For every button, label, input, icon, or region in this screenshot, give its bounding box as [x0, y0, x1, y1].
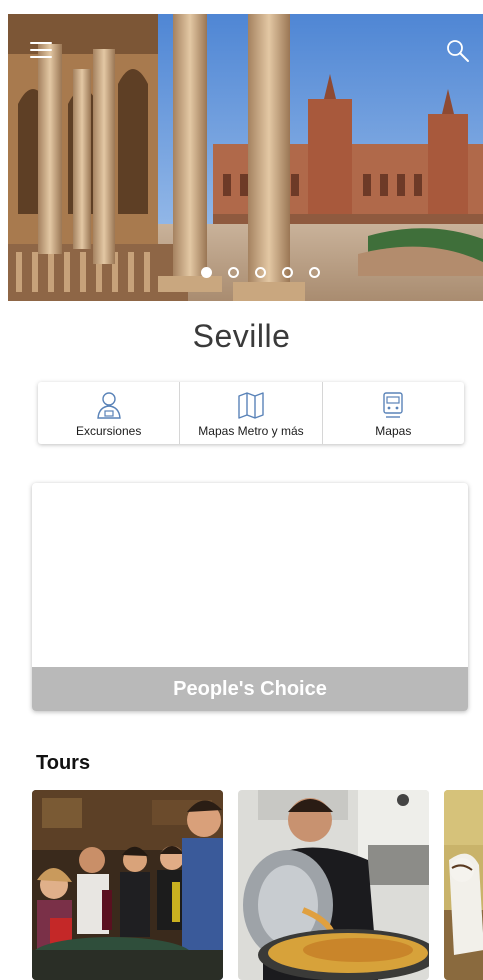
metro-train-icon	[383, 392, 404, 418]
excursiones-button[interactable]: Excursiones	[38, 382, 179, 444]
peoples-choice-card[interactable]: People's Choice	[32, 483, 468, 711]
tour-guide-icon	[96, 392, 121, 419]
tour-card[interactable]	[238, 790, 429, 980]
quick-actions-bar: Excursiones Mapas Metro y más Mapas	[38, 382, 464, 444]
menu-button[interactable]	[30, 42, 52, 60]
carousel-dot-1[interactable]	[201, 267, 212, 278]
tour-card[interactable]	[444, 790, 483, 980]
carousel-indicator	[8, 267, 483, 278]
tour-image	[444, 790, 483, 980]
tour-image	[238, 790, 429, 980]
carousel-dot-3[interactable]	[255, 267, 266, 278]
carousel-dot-2[interactable]	[228, 267, 239, 278]
hamburger-menu-icon	[30, 42, 52, 44]
map-icon	[238, 392, 264, 419]
tours-carousel[interactable]	[32, 790, 483, 980]
tour-image	[32, 790, 223, 980]
search-button[interactable]	[445, 38, 471, 64]
search-icon	[447, 40, 469, 62]
tours-heading: Tours	[36, 752, 91, 774]
mapas-metro-label: Mapas Metro y más	[198, 424, 304, 438]
peoples-choice-label: People's Choice	[32, 667, 468, 711]
mapas-label: Mapas	[375, 424, 412, 438]
mapas-button[interactable]: Mapas	[321, 382, 464, 444]
hero-image	[8, 14, 483, 301]
carousel-dot-4[interactable]	[282, 267, 293, 278]
excursiones-label: Excursiones	[75, 424, 142, 438]
page-title: Seville	[192, 318, 291, 354]
tour-card[interactable]	[32, 790, 223, 980]
mapas-metro-button[interactable]: Mapas Metro y más	[179, 382, 321, 444]
carousel-dot-5[interactable]	[309, 267, 320, 278]
hero-carousel[interactable]	[8, 14, 483, 301]
